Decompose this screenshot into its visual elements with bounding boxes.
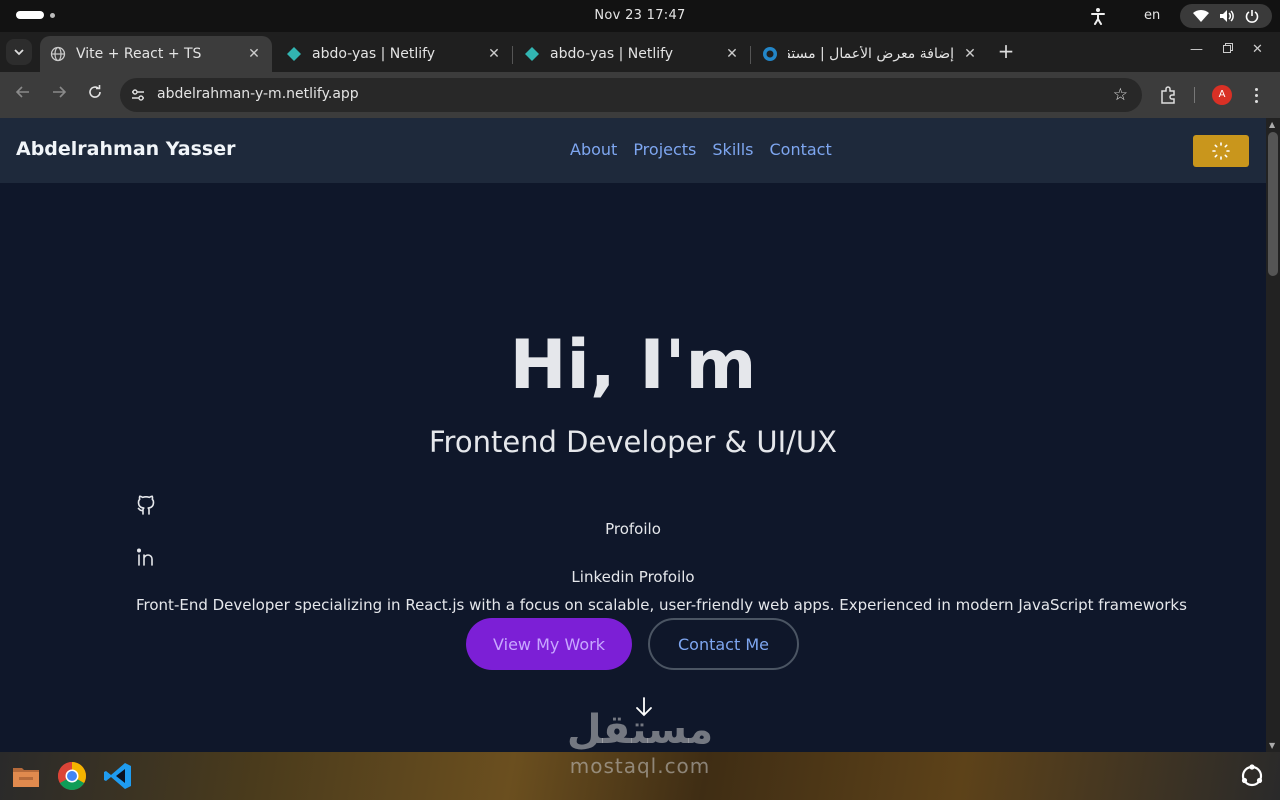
github-icon[interactable] bbox=[136, 494, 156, 516]
watermark-latin: mostaql.com bbox=[569, 754, 711, 778]
nav-link-contact[interactable]: Contact bbox=[769, 140, 831, 159]
tab-title: إضافة معرض الأعمال | مستقل bbox=[788, 46, 954, 62]
tab-netlify-1[interactable]: abdo-yas | Netlify ✕ bbox=[276, 36, 512, 72]
address-bar[interactable]: abdelrahman-y-m.netlify.app ☆ bbox=[120, 78, 1142, 112]
reload-button[interactable] bbox=[84, 84, 106, 106]
hero-description: Front-End Developer specializing in Reac… bbox=[136, 596, 1187, 614]
close-window-button[interactable]: ✕ bbox=[1252, 42, 1263, 57]
nav-link-projects[interactable]: Projects bbox=[633, 140, 696, 159]
tab-search-button[interactable] bbox=[6, 39, 32, 65]
page-viewport: Abdelrahman Yasser About Projects Skills… bbox=[0, 118, 1266, 752]
chevron-down-icon bbox=[14, 49, 24, 56]
browser-menu-icon[interactable] bbox=[1246, 84, 1266, 106]
linkedin-icon[interactable] bbox=[136, 546, 156, 568]
tab-title: abdo-yas | Netlify bbox=[550, 46, 674, 62]
os-top-bar: Nov 23 17:47 en bbox=[0, 0, 1280, 32]
tab-separator bbox=[512, 46, 513, 64]
tab-close-icon[interactable]: ✕ bbox=[724, 46, 740, 62]
new-tab-button[interactable]: + bbox=[996, 40, 1016, 64]
restore-icon bbox=[1223, 43, 1233, 53]
tab-close-icon[interactable]: ✕ bbox=[962, 46, 978, 62]
tab-separator bbox=[750, 46, 751, 64]
globe-icon bbox=[50, 46, 66, 62]
mostaql-watermark: مستقل mostaql.com bbox=[540, 706, 740, 778]
nav-link-about[interactable]: About bbox=[570, 140, 617, 159]
volume-icon bbox=[1220, 10, 1234, 22]
system-clock[interactable]: Nov 23 17:47 bbox=[0, 8, 1280, 23]
mostaql-icon bbox=[763, 47, 777, 61]
tab-netlify-2[interactable]: abdo-yas | Netlify ✕ bbox=[514, 36, 750, 72]
contact-me-button[interactable]: Contact Me bbox=[648, 618, 799, 670]
site-navbar: Abdelrahman Yasser About Projects Skills… bbox=[0, 118, 1266, 183]
bookmark-star-icon[interactable]: ☆ bbox=[1113, 85, 1128, 105]
profile-avatar[interactable]: A bbox=[1212, 85, 1232, 105]
view-my-work-button[interactable]: View My Work bbox=[466, 618, 632, 670]
hero-subtitle: Frontend Developer & UI/UX bbox=[428, 425, 838, 459]
system-status-menu[interactable] bbox=[1180, 4, 1272, 28]
minimize-button[interactable]: — bbox=[1190, 42, 1203, 57]
tab-vite-react[interactable]: Vite + React + TS ✕ bbox=[40, 36, 272, 72]
files-icon[interactable] bbox=[10, 760, 42, 792]
maximize-button[interactable] bbox=[1222, 42, 1234, 58]
linkedin-profile-link[interactable]: Linkedin Profoilo bbox=[0, 568, 1266, 586]
power-icon bbox=[1245, 10, 1259, 23]
scroll-up-icon[interactable]: ▲ bbox=[1269, 120, 1275, 129]
tab-title: Vite + React + TS bbox=[76, 46, 202, 62]
site-info-icon[interactable] bbox=[130, 87, 146, 103]
tab-close-icon[interactable]: ✕ bbox=[246, 46, 262, 62]
keyboard-language[interactable]: en bbox=[1144, 8, 1160, 23]
netlify-icon bbox=[525, 47, 539, 61]
tab-title: abdo-yas | Netlify bbox=[312, 46, 436, 62]
nav-link-skills[interactable]: Skills bbox=[712, 140, 753, 159]
extensions-icon[interactable] bbox=[1158, 85, 1178, 105]
arrow-right-icon bbox=[53, 86, 67, 98]
accessibility-icon[interactable] bbox=[1090, 7, 1106, 25]
page-scrollbar[interactable]: ▲ ▼ bbox=[1266, 118, 1280, 752]
chrome-icon[interactable] bbox=[56, 760, 88, 792]
show-apps-icon[interactable] bbox=[1240, 764, 1264, 788]
site-brand[interactable]: Abdelrahman Yasser bbox=[16, 138, 236, 160]
scroll-down-icon[interactable]: ▼ bbox=[1269, 741, 1275, 750]
hero-title: Hi, I'm bbox=[509, 326, 757, 405]
url-text[interactable]: abdelrahman-y-m.netlify.app bbox=[157, 86, 359, 102]
sun-icon bbox=[1212, 142, 1230, 160]
theme-toggle-button[interactable] bbox=[1193, 135, 1249, 167]
toolbar-separator bbox=[1194, 87, 1195, 103]
github-profile-link[interactable]: Profoilo bbox=[0, 520, 1266, 538]
vscode-icon[interactable] bbox=[102, 760, 134, 792]
tab-mostaql[interactable]: إضافة معرض الأعمال | مستقل ✕ bbox=[752, 36, 988, 72]
scrollbar-thumb[interactable] bbox=[1268, 132, 1278, 276]
browser-tab-strip: Vite + React + TS ✕ abdo-yas | Netlify ✕… bbox=[0, 32, 1280, 72]
forward-button[interactable] bbox=[48, 84, 70, 106]
wifi-icon bbox=[1193, 9, 1209, 22]
arrow-left-icon bbox=[15, 86, 29, 98]
tab-close-icon[interactable]: ✕ bbox=[486, 46, 502, 62]
netlify-icon bbox=[287, 47, 301, 61]
browser-toolbar: abdelrahman-y-m.netlify.app ☆ A bbox=[0, 72, 1280, 118]
watermark-arabic: مستقل bbox=[566, 707, 714, 753]
reload-icon bbox=[89, 85, 101, 98]
site-nav-links: About Projects Skills Contact bbox=[570, 140, 832, 159]
back-button[interactable] bbox=[12, 84, 34, 106]
